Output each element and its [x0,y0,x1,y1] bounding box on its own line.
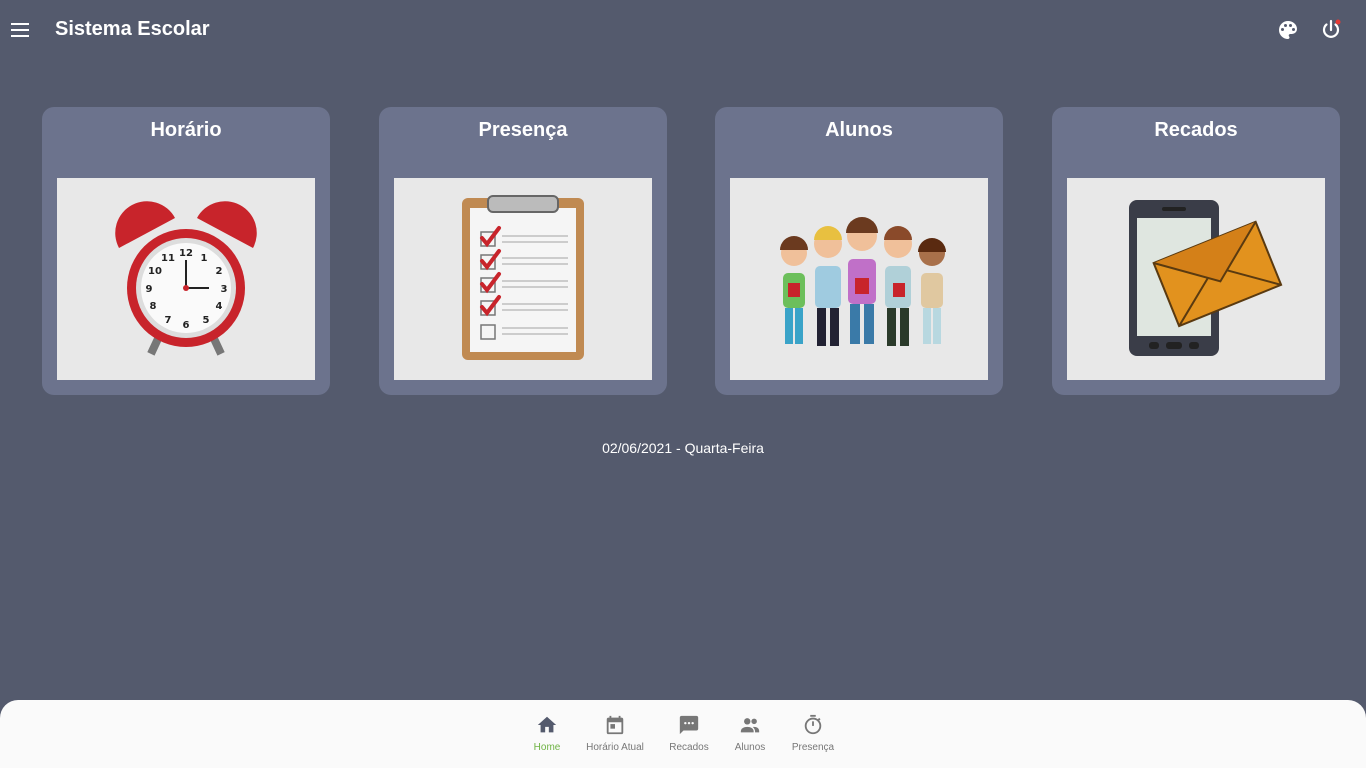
card-title: Alunos [825,119,893,141]
card-title: Horário [150,119,222,141]
chat-icon [679,715,699,735]
bottom-navigation: Home Horário Atual Recados Alunos Presen… [0,696,1366,768]
nav-alunos[interactable]: Alunos [731,714,769,764]
active-tab-indicator [520,696,574,700]
students-group-illustration [730,178,988,380]
alarm-clock-illustration: 12 1 2 3 4 5 6 7 8 9 10 11 [57,178,315,380]
phone-message-illustration [1067,178,1325,380]
nav-presenca[interactable]: Presença [791,714,835,764]
card-recados[interactable]: Recados [1052,107,1340,395]
power-icon[interactable] [1319,18,1343,42]
nav-label: Recados [669,742,709,753]
top-app-bar: Sistema Escolar [0,0,1366,60]
nav-recados[interactable]: Recados [668,714,710,764]
timer-icon [804,714,822,735]
menu-icon[interactable] [8,18,32,42]
nav-label: Horário Atual [586,742,644,753]
svg-text:8: 8 [150,301,157,312]
dashboard-cards: Horário 12 1 2 3 4 5 6 7 8 9 10 11 Prese… [42,107,1340,395]
nav-home[interactable]: Home [526,714,568,764]
svg-text:6: 6 [183,320,190,331]
people-icon [740,718,760,733]
svg-text:5: 5 [203,315,210,326]
nav-label: Home [533,742,561,753]
card-alunos[interactable]: Alunos [715,107,1003,395]
svg-text:10: 10 [148,266,162,277]
card-title: Presença [478,119,568,141]
nav-label: Presença [791,742,835,753]
card-title: Recados [1154,119,1238,141]
app-title: Sistema Escolar [55,18,210,40]
card-presenca[interactable]: Presença [379,107,667,395]
nav-label: Alunos [734,742,766,753]
palette-icon[interactable] [1276,18,1300,42]
home-icon [537,716,557,733]
nav-horario-atual[interactable]: Horário Atual [585,714,645,764]
svg-text:3: 3 [221,284,228,295]
svg-text:9: 9 [146,284,153,295]
current-date: 02/06/2021 - Quarta-Feira [602,440,764,456]
svg-text:4: 4 [216,301,223,312]
svg-text:11: 11 [161,253,175,264]
calendar-icon [606,715,624,735]
card-horario[interactable]: Horário 12 1 2 3 4 5 6 7 8 9 10 11 [42,107,330,395]
svg-text:1: 1 [201,253,208,264]
svg-text:12: 12 [179,248,193,259]
svg-text:7: 7 [165,315,172,326]
clipboard-checklist-illustration [394,178,652,380]
svg-text:2: 2 [216,266,223,277]
